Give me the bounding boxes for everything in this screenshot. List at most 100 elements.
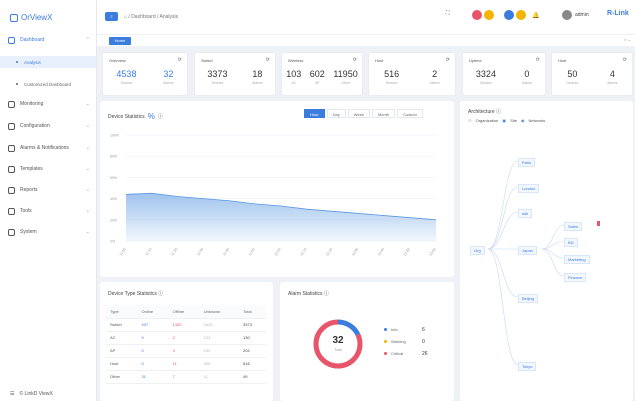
- sidebar-item-label: Reports: [20, 187, 38, 193]
- tab-home[interactable]: Home: [109, 37, 131, 45]
- column-header[interactable]: Online: [137, 305, 169, 319]
- stat-card-overview: Overview ⟳ 4538 Devices 32 Alarms: [102, 52, 188, 96]
- table-cell[interactable]: 407: [137, 318, 169, 332]
- legend-value: 26: [422, 350, 428, 357]
- sidebar-item-system[interactable]: System ⌄: [8, 226, 96, 238]
- notice-icon[interactable]: [516, 10, 526, 20]
- help-icon[interactable]: ⓘ: [158, 291, 163, 297]
- info-alarm-icon[interactable]: [504, 10, 514, 20]
- stat-number: 4: [609, 69, 615, 79]
- x-tick-label: 12:10: [299, 247, 307, 257]
- table-cell[interactable]: 0: [137, 344, 169, 358]
- refresh-icon[interactable]: ⟳: [266, 57, 270, 63]
- tab-close-icon[interactable]: × ⌄: [624, 37, 631, 42]
- stat-value: 2 Alarms: [430, 69, 440, 85]
- device-type-title: Device Type Statistics ⓘ: [108, 290, 163, 297]
- sidebar-item-monitoring[interactable]: Monitoring ⌄: [8, 98, 96, 110]
- tree-node-paris[interactable]: Paris: [518, 158, 536, 167]
- critical-alarm-icon[interactable]: [472, 10, 482, 20]
- table-cell[interactable]: 1332: [168, 318, 200, 332]
- tree-edge: [487, 186, 519, 250]
- y-tick-label: 60%: [110, 176, 117, 180]
- sidebar-subitem-customized-dashboard[interactable]: Customized Dashboard: [16, 78, 96, 90]
- legend-warning[interactable]: Warning 0: [384, 339, 434, 345]
- area-series[interactable]: [126, 193, 436, 241]
- tree-node-beijing[interactable]: Beijing: [518, 294, 539, 303]
- tree-node-tokyo[interactable]: Tokyo: [518, 362, 537, 371]
- alarm-total-label: Total: [334, 348, 342, 352]
- y-tick-label: 80%: [110, 155, 117, 159]
- table-cell: Host: [106, 357, 138, 371]
- bell-icon[interactable]: 🔔: [532, 12, 539, 19]
- stat-label: Devices: [385, 81, 398, 85]
- y-tick-label: 20%: [110, 218, 117, 222]
- table-cell[interactable]: 7: [168, 370, 200, 384]
- tree-edge: [541, 248, 565, 277]
- refresh-icon[interactable]: ⟳: [623, 57, 627, 63]
- table-cell[interactable]: 2: [168, 331, 200, 345]
- x-tick-label: 11:10: [145, 247, 153, 256]
- legend-swatch: [384, 340, 387, 343]
- legend-info[interactable]: Info 6: [384, 327, 434, 333]
- refresh-icon[interactable]: ⟳: [446, 57, 450, 63]
- table-cell[interactable]: 11: [168, 357, 200, 371]
- refresh-icon[interactable]: ⟳: [536, 57, 540, 63]
- sidebar-item-alarms-notifications[interactable]: Alarms & Notifications ⌄: [8, 142, 96, 154]
- stat-number: 103: [286, 69, 302, 79]
- x-tick-label: 11:30: [196, 247, 204, 256]
- app-logo[interactable]: OrViewX: [10, 13, 52, 22]
- tree-edge: [487, 248, 519, 366]
- alarm-statistics-card: Alarm Statistics ⓘ 32 Total Info 6 Warning…: [280, 282, 454, 401]
- column-header[interactable]: Unknown: [199, 305, 240, 319]
- logo-icon: [10, 13, 18, 22]
- stat-values: 4538 Devices 32 Alarms: [103, 69, 187, 85]
- tree-node-sales[interactable]: Sales: [564, 222, 583, 231]
- legend-critical[interactable]: Critical 26: [384, 350, 434, 357]
- stat-card-uptime: Uptime ⟳ 3324 Devices 0 Alarms: [462, 52, 546, 96]
- table-cell[interactable]: 123: [199, 331, 240, 345]
- help-icon[interactable]: ⓘ: [324, 291, 329, 297]
- warning-alarm-icon[interactable]: [484, 10, 494, 20]
- tree-node-london[interactable]: London: [518, 184, 540, 193]
- column-header[interactable]: Type: [106, 305, 138, 319]
- refresh-icon[interactable]: ⟳: [178, 57, 182, 63]
- table-cell: 130: [239, 331, 266, 345]
- sidebar-subitem-analysis[interactable]: Analysis: [0, 56, 96, 68]
- tree-node-marketing[interactable]: Marketing: [564, 255, 590, 264]
- refresh-icon[interactable]: ⟳: [353, 57, 357, 63]
- x-tick-label: 11:40: [222, 247, 230, 256]
- tree-node-root[interactable]: Org: [470, 246, 485, 255]
- table-cell: AC: [106, 331, 138, 345]
- sidebar-item-tools[interactable]: Tools ⌄: [8, 205, 96, 217]
- stat-number: 3373: [207, 69, 228, 79]
- table-cell[interactable]: 3: [168, 344, 200, 358]
- table-cell[interactable]: 199: [199, 344, 240, 358]
- sidebar-footer[interactable]: ☰ © LinkD ViewX: [10, 391, 53, 397]
- user-menu[interactable]: admin: [562, 10, 589, 20]
- table-cell[interactable]: 11: [199, 370, 240, 384]
- sidebar-item-dashboard[interactable]: Dashboard ⌃: [8, 34, 96, 46]
- menu-toggle-icon: ☰: [10, 391, 15, 397]
- table-cell[interactable]: 5: [137, 331, 169, 345]
- sidebar-item-configuration[interactable]: Configuration ⌄: [8, 120, 96, 132]
- table-cell: 516: [239, 357, 266, 371]
- fullscreen-icon[interactable]: ⛶: [446, 10, 450, 16]
- table-cell[interactable]: 1634: [199, 318, 240, 332]
- chevron-up-icon: ⌃: [85, 37, 90, 43]
- tree-node-site[interactable]: site: [518, 209, 533, 218]
- tree-node-finance[interactable]: Finance: [564, 273, 587, 282]
- stat-value: 0 Alarms: [522, 69, 532, 85]
- column-header[interactable]: Offline: [168, 305, 200, 319]
- table-cell[interactable]: 31: [137, 370, 169, 384]
- stat-number: 602: [309, 69, 325, 79]
- menu-button[interactable]: ≡: [105, 12, 118, 21]
- legend-swatch: [384, 352, 387, 355]
- sidebar-item-templates[interactable]: Templates ⌄: [8, 163, 96, 175]
- tree-node-bd[interactable]: BD: [564, 238, 578, 247]
- table-cell[interactable]: 505: [199, 357, 240, 371]
- column-header[interactable]: Total: [239, 305, 266, 319]
- tree-node-japan[interactable]: Japan: [518, 246, 537, 255]
- table-cell[interactable]: 0: [137, 357, 169, 371]
- sidebar-item-reports[interactable]: Reports ⌄: [8, 184, 96, 196]
- stat-label: Devices: [566, 81, 579, 85]
